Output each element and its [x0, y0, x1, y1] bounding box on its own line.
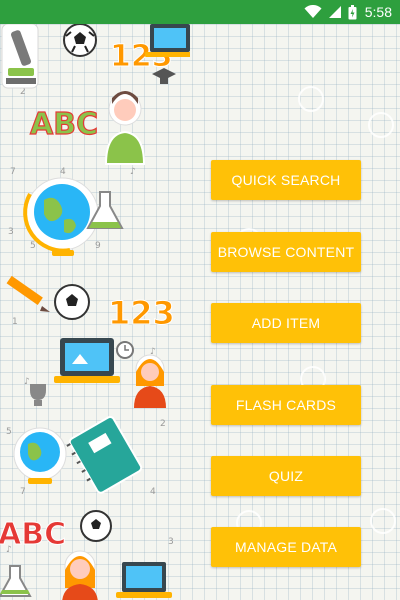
doodle-canvas: 52♪ 74♪ 359 1♪♪ 52♪ 437 123 [0, 24, 190, 600]
microscope-icon [1, 24, 39, 89]
student-girl-icon [62, 550, 98, 600]
svg-text:4: 4 [60, 167, 66, 177]
quick-search-button[interactable]: QUICK SEARCH [211, 160, 361, 200]
laptop-icon [145, 24, 190, 57]
add-item-button[interactable]: ADD ITEM [211, 303, 361, 343]
pencil-icon [6, 275, 50, 312]
quiz-button[interactable]: QUIZ [211, 456, 361, 496]
flask-icon [0, 565, 32, 597]
battery-icon [348, 4, 357, 19]
watermark-mark [370, 508, 396, 534]
manage-data-button[interactable]: MANAGE DATA [211, 527, 361, 567]
flash-cards-button[interactable]: FLASH CARDS [211, 385, 361, 425]
svg-text:5: 5 [6, 427, 12, 437]
student-boy-icon [104, 91, 146, 165]
svg-text:♪: ♪ [130, 167, 136, 177]
status-bar: 5:58 [0, 0, 400, 24]
wifi-icon [304, 5, 322, 18]
school-doodle-illustration: 52♪ 74♪ 359 1♪♪ 52♪ 437 123 [0, 24, 190, 600]
student-girl-icon [134, 354, 166, 408]
soccer-ball-icon [54, 284, 90, 320]
watermark-mark [368, 112, 394, 138]
browse-content-button[interactable]: BROWSE CONTENT [211, 232, 361, 272]
svg-text:7: 7 [20, 487, 26, 497]
soccer-ball-icon [80, 510, 112, 542]
notebook-icon [66, 415, 143, 494]
abc-badge-bottom: ABC [0, 517, 66, 552]
trophy-icon [30, 384, 46, 406]
svg-text:4: 4 [150, 487, 156, 497]
status-time: 5:58 [364, 4, 392, 20]
svg-text:3: 3 [168, 537, 174, 547]
svg-text:5: 5 [30, 241, 36, 251]
svg-text:1: 1 [12, 317, 18, 327]
clock-icon [116, 341, 134, 359]
watermark-mark [298, 86, 324, 112]
svg-text:2: 2 [160, 419, 166, 429]
soccer-ball-icon [63, 24, 97, 57]
numbers-badge-mid: 123 [108, 294, 175, 332]
status-icons: 5:58 [304, 0, 392, 24]
globe-icon [13, 427, 67, 484]
globe-icon [23, 177, 99, 256]
svg-text:3: 3 [8, 227, 14, 237]
svg-text:9: 9 [95, 241, 101, 251]
cell-signal-icon [328, 6, 341, 18]
laptop-icon [54, 338, 120, 383]
abc-badge-top: ABC [30, 107, 98, 142]
svg-text:♪: ♪ [24, 377, 30, 387]
svg-text:7: 7 [10, 167, 16, 177]
laptop-icon [116, 562, 172, 598]
